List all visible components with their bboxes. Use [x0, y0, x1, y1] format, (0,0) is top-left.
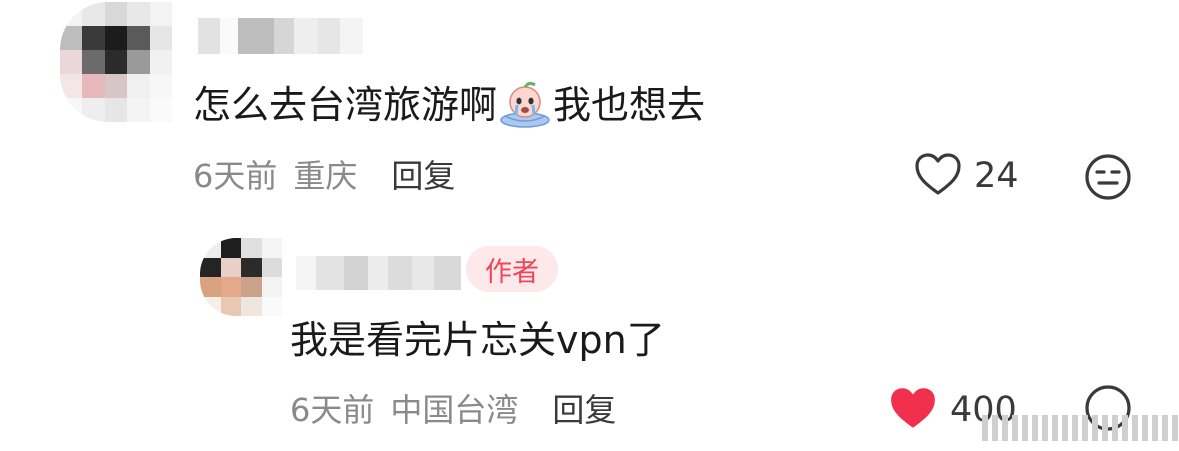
reply-reply-button[interactable]: 回复 — [552, 385, 616, 431]
avatar-pixel — [261, 277, 282, 297]
avatar-pixel — [149, 26, 172, 50]
avatar-pixel — [82, 98, 105, 122]
avatar-pixel — [127, 74, 150, 98]
reply-time: 6天前 — [290, 391, 375, 429]
avatar-pixel — [200, 277, 221, 297]
avatar-pixel — [220, 238, 241, 258]
avatar-pixel — [104, 74, 128, 98]
comment-text-part2: 我也想去 — [553, 83, 706, 127]
avatar-pixel — [220, 257, 241, 277]
avatar-pixel — [82, 2, 105, 26]
avatar-pixel — [200, 296, 221, 316]
dislike-button[interactable] — [1083, 152, 1133, 202]
avatar-pixel — [220, 277, 241, 297]
avatar-pixel — [241, 257, 262, 277]
reply-button[interactable]: 回复 — [391, 151, 455, 197]
avatar-pixel — [60, 74, 83, 98]
avatar-pixel — [127, 26, 150, 50]
avatar-pixel — [241, 277, 262, 297]
crying-peach-emoji-icon — [499, 81, 551, 128]
like-count: 24 — [974, 156, 1019, 196]
avatar-pixel — [82, 50, 105, 74]
avatar-pixel — [261, 296, 282, 316]
avatar-pixel — [241, 238, 262, 258]
watermark-bars-icon — [982, 414, 1178, 441]
avatar-pixel — [60, 26, 83, 50]
like-button[interactable]: 24 — [914, 152, 1019, 200]
avatar-pixel — [200, 238, 221, 258]
avatar-pixel — [60, 50, 83, 74]
comment-thread: 怎么去台湾旅游啊 我也想去 6天前 重庆 回复 24 作者 我是看完片忘关vpn… — [0, 0, 1179, 451]
avatar-pixel — [104, 26, 128, 50]
avatar-pixel — [149, 74, 172, 98]
avatar-pixel — [149, 50, 172, 74]
comment-time: 6天前 — [193, 157, 278, 195]
watermark-overlay — [938, 404, 1179, 451]
avatar-pixel — [241, 296, 262, 316]
reply-avatar[interactable] — [200, 238, 282, 316]
avatar-pixel — [261, 238, 282, 258]
avatar-pixel — [104, 50, 128, 74]
comment-text: 怎么去台湾旅游啊 我也想去 — [193, 81, 706, 128]
reply-text: 我是看完片忘关vpn了 — [290, 318, 665, 362]
avatar-pixel — [127, 50, 150, 74]
reply-meta: 6天前 中国台湾 回复 — [290, 385, 616, 431]
comment-location: 重庆 — [293, 157, 358, 195]
avatar-pixel — [60, 2, 83, 26]
avatar[interactable] — [60, 2, 172, 122]
avatar-pixel — [149, 2, 172, 26]
username-blurred[interactable] — [198, 18, 363, 54]
reply-username-blurred[interactable] — [296, 256, 461, 290]
comment-meta: 6天前 重庆 回复 — [193, 151, 455, 197]
avatar-pixel — [82, 26, 105, 50]
avatar-pixel — [149, 98, 172, 122]
avatar-pixel — [127, 2, 150, 26]
reply-location: 中国台湾 — [390, 391, 519, 429]
heart-filled-icon — [888, 385, 938, 435]
avatar-pixel — [104, 98, 128, 122]
author-badge: 作者 — [466, 246, 558, 292]
avatar-pixel — [104, 2, 128, 26]
avatar-pixel — [220, 296, 241, 316]
avatar-pixel — [127, 98, 150, 122]
comment-text-part1: 怎么去台湾旅游啊 — [193, 83, 498, 127]
avatar-pixel — [60, 98, 83, 122]
avatar-pixel — [261, 257, 282, 277]
avatar-pixel — [200, 257, 221, 277]
meh-face-icon — [1083, 154, 1133, 206]
avatar-pixel — [82, 74, 105, 98]
heart-outline-icon — [914, 152, 962, 200]
